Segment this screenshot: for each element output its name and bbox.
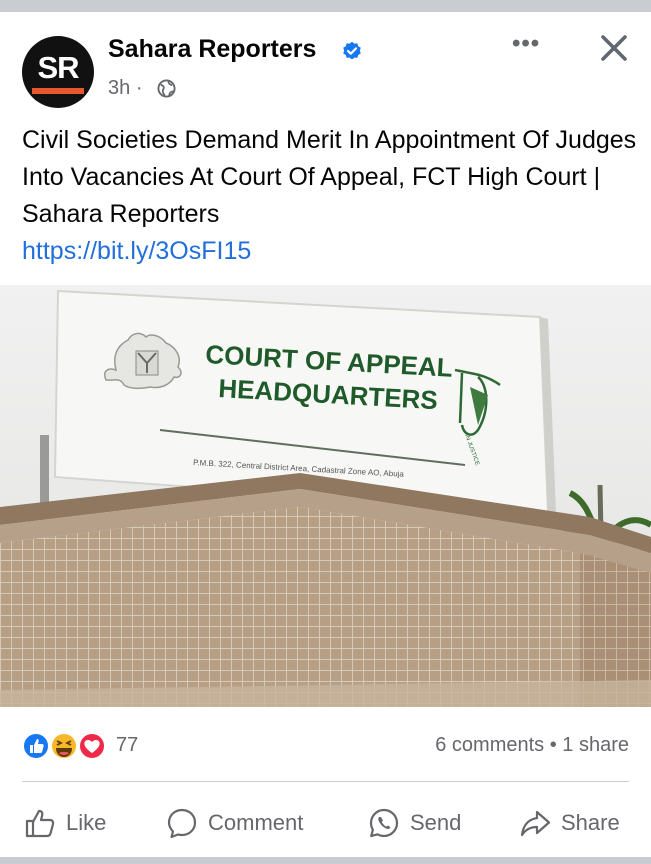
reaction-icons[interactable]: [22, 730, 112, 762]
close-icon[interactable]: [600, 34, 628, 62]
comment-button[interactable]: Comment: [166, 805, 303, 841]
caption-text: Civil Societies Demand Merit In Appointm…: [22, 126, 637, 228]
post-link[interactable]: https://bit.ly/3OsFI15: [22, 233, 637, 270]
post-time[interactable]: 3h: [108, 77, 130, 99]
like-label: Like: [66, 810, 107, 835]
comment-bubble-icon: [167, 808, 197, 839]
share-label: Share: [561, 810, 620, 835]
verified-badge-icon: [343, 41, 361, 60]
actions-divider: [22, 781, 629, 782]
post-caption: Civil Societies Demand Merit In Appointm…: [22, 122, 637, 270]
like-button[interactable]: Like: [24, 805, 106, 841]
page-name[interactable]: Sahara Reporters: [108, 35, 316, 64]
send-label: Send: [410, 810, 462, 835]
comments-shares-count[interactable]: 6 comments • 1 share: [435, 734, 629, 757]
thumbs-up-icon: [25, 809, 55, 838]
share-arrow-icon: [520, 810, 551, 837]
like-reaction-icon: [22, 732, 50, 760]
bottom-divider-bar: [0, 857, 651, 864]
post-photo[interactable]: COURT OF APPEAL HEADQUARTERS P.M.B. 322,…: [0, 285, 651, 707]
avatar-stripe: [32, 88, 84, 94]
love-reaction-icon: [78, 732, 106, 760]
reaction-count[interactable]: 77: [116, 734, 138, 757]
page-avatar[interactable]: SR: [22, 36, 94, 108]
more-options-icon[interactable]: •••: [512, 30, 540, 58]
share-button[interactable]: Share: [519, 805, 620, 841]
send-button[interactable]: Send: [368, 805, 461, 841]
comment-label: Comment: [208, 810, 304, 835]
whatsapp-icon: [369, 808, 399, 838]
top-divider-bar: [0, 0, 651, 12]
globe-icon: [157, 79, 176, 98]
meta-separator: ·: [135, 77, 143, 99]
avatar-text: SR: [37, 50, 79, 85]
post-meta: 3h ·: [108, 77, 142, 100]
haha-reaction-icon: [50, 732, 78, 760]
